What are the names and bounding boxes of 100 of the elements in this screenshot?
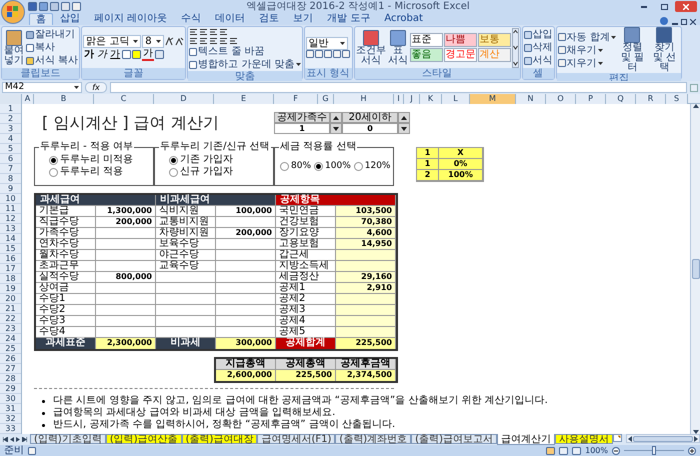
row-header[interactable]: 14 [0, 234, 21, 244]
row-header[interactable]: 22 [0, 314, 21, 324]
text-orientation-icon[interactable] [219, 28, 228, 36]
row-header[interactable]: 24 [0, 334, 21, 344]
restore-icon[interactable] [681, 19, 687, 25]
ribbon-tab[interactable]: 데이터 [208, 12, 252, 25]
sheet-tab[interactable]: 급여계산기 [496, 434, 555, 445]
column-header[interactable]: B [34, 94, 94, 104]
align-right-icon[interactable] [209, 36, 218, 44]
row-header[interactable]: 28 [0, 374, 21, 384]
row-header[interactable]: 4 [0, 134, 21, 144]
row-header[interactable]: 32 [0, 414, 21, 424]
last-sheet-icon[interactable] [22, 437, 27, 442]
italic-button[interactable]: 가 [96, 48, 108, 60]
row-header[interactable]: 19 [0, 284, 21, 294]
sort-filter-button[interactable]: 정렬 및 필터 [616, 27, 648, 73]
row-header[interactable]: 27 [0, 364, 21, 374]
next-sheet-icon[interactable] [16, 437, 20, 442]
sheet-tab[interactable]: (출력)급여보고서 [411, 434, 497, 444]
row-header[interactable]: 25 [0, 344, 21, 354]
spin-up-button[interactable] [330, 112, 342, 123]
column-header[interactable]: L [442, 94, 470, 104]
row-header[interactable]: 7 [0, 164, 21, 174]
radio-button[interactable] [314, 162, 324, 170]
zoom-out-icon[interactable] [612, 446, 620, 454]
paste-button[interactable]: 붙여넣기 [3, 30, 25, 66]
ribbon-tab[interactable]: 홈 [29, 13, 53, 25]
format-cells-button[interactable]: 서식 [524, 54, 553, 67]
zoom-slider[interactable] [624, 446, 684, 455]
sheet-tab[interactable]: (출력)계좌번호 [335, 434, 412, 444]
help-icon[interactable] [660, 17, 668, 25]
row-header[interactable]: 20 [0, 294, 21, 304]
previous-sheet-icon[interactable] [10, 437, 14, 442]
insert-sheet-icon[interactable] [612, 434, 622, 442]
row-header[interactable]: 23 [0, 324, 21, 334]
ribbon-tab[interactable]: 수식 [174, 12, 208, 25]
row-header[interactable]: 15 [0, 244, 21, 254]
scrollbar-thumb[interactable] [692, 259, 700, 279]
conditional-format-button[interactable]: 조건부 서식 [356, 30, 387, 66]
column-header[interactable]: Q [606, 94, 636, 104]
sheet-tab[interactable]: (입력)급여산출 [106, 434, 182, 444]
gallery-scroll-icon[interactable] [512, 28, 519, 68]
row-header[interactable]: 13 [0, 224, 21, 234]
column-header[interactable]: I [394, 94, 404, 104]
column-header[interactable]: M [470, 94, 516, 104]
zoom-in-icon[interactable] [688, 446, 696, 454]
row-header[interactable]: 10 [0, 194, 21, 204]
row-header[interactable]: 8 [0, 174, 21, 184]
spinner-value[interactable]: 1 [274, 123, 330, 134]
radio-label[interactable]: 기존 가입자 [180, 154, 234, 166]
row-header[interactable]: 9 [0, 184, 21, 194]
row-header[interactable]: 12 [0, 214, 21, 224]
increase-indent-icon[interactable] [229, 36, 238, 44]
spin-up-button[interactable] [398, 112, 410, 123]
column-header[interactable]: P [576, 94, 606, 104]
sheet-tab[interactable]: 사용설명서 [554, 434, 613, 444]
scrollbar-thumb[interactable] [632, 436, 693, 442]
close-icon[interactable] [690, 19, 696, 25]
insert-cells-button[interactable]: 삽입 [524, 28, 553, 41]
row-header[interactable]: 29 [0, 384, 21, 394]
autosum-button[interactable]: 자동 합계 [558, 30, 616, 44]
align-bottom-icon[interactable] [209, 28, 218, 36]
format-painter-button[interactable]: 서식 복사 [26, 54, 78, 67]
wrap-text-button[interactable]: 텍스트 줄 바꿈 [189, 45, 301, 58]
align-left-icon[interactable] [189, 36, 198, 44]
column-header[interactable]: J [404, 94, 420, 104]
radio-label[interactable]: 두루누리 미적용 [60, 154, 134, 166]
ribbon-tab[interactable]: 삽입 [53, 12, 87, 25]
sheet-tab[interactable]: 급여명세서(F1) [257, 434, 336, 444]
radio-button[interactable] [169, 168, 178, 176]
column-header[interactable]: S [666, 94, 688, 104]
sheet-tab[interactable]: (입력)기초입력 [30, 434, 106, 444]
radio-label[interactable]: 두루누리 적용 [60, 166, 124, 178]
column-header[interactable]: K [420, 94, 442, 104]
cell-style-button[interactable]: 보통 [478, 33, 511, 47]
spin-down-button[interactable] [398, 123, 410, 134]
column-header[interactable]: D [154, 94, 214, 104]
sheet-tab[interactable]: (출력)급여대장 [182, 434, 258, 444]
radio-button[interactable] [280, 162, 289, 170]
ribbon-tab[interactable]: Acrobat [377, 12, 430, 25]
radio-label[interactable]: 80% [291, 160, 312, 172]
cell-style-button[interactable]: 나쁨 [444, 33, 477, 47]
row-header[interactable]: 11 [0, 204, 21, 214]
clear-button[interactable]: 지우기 [558, 56, 616, 70]
row-header[interactable]: 1 [0, 104, 21, 114]
row-header[interactable]: 2 [0, 114, 21, 124]
cut-button[interactable]: 잘라내기 [26, 28, 78, 41]
column-header[interactable]: C [94, 94, 154, 104]
ribbon-tab[interactable]: 보기 [286, 12, 320, 25]
row-header[interactable]: 16 [0, 254, 21, 264]
radio-button[interactable] [169, 156, 178, 164]
find-select-button[interactable]: 찾기 및 선택 [648, 27, 680, 73]
bold-button[interactable]: 가 [83, 48, 96, 60]
column-header[interactable]: G [318, 94, 334, 104]
insert-function-button[interactable]: fx [85, 82, 107, 93]
column-header[interactable]: O [546, 94, 576, 104]
cell-style-button[interactable]: 경고문 [444, 48, 477, 62]
ribbon-tab[interactable]: 개발 도구 [320, 12, 378, 25]
align-center-icon[interactable] [199, 36, 208, 44]
radio-label[interactable]: 120% [364, 160, 390, 172]
